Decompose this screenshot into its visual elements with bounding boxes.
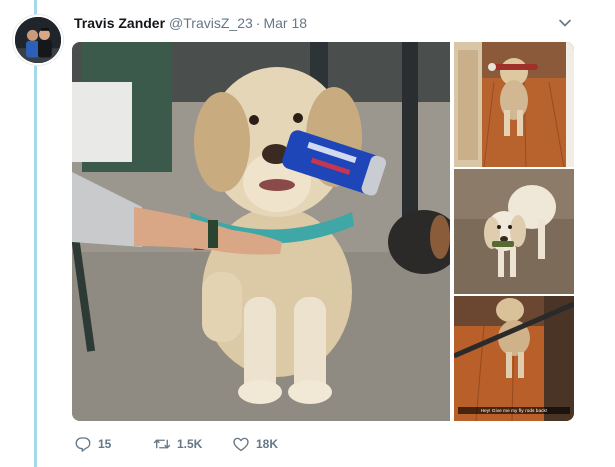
tweet-date[interactable]: Mar 18 — [263, 15, 307, 31]
like-button[interactable]: 18K — [232, 435, 278, 453]
tweet-actions: 15 1.5K 18K — [74, 432, 278, 456]
author-name[interactable]: Travis Zander — [74, 15, 165, 31]
chevron-down-icon — [559, 19, 571, 27]
avatar-image — [15, 17, 61, 63]
retweet-icon — [153, 439, 171, 449]
dog-in-kitchen-image — [454, 42, 574, 167]
retweet-button[interactable]: 1.5K — [153, 435, 232, 453]
tweet-menu-button[interactable] — [556, 14, 574, 32]
photo-dog-in-kitchen[interactable] — [454, 42, 574, 167]
avatar[interactable] — [13, 15, 63, 65]
tweet-header: Travis Zander @TravisZ_23 · Mar 18 — [74, 13, 307, 33]
heart-icon — [233, 437, 249, 452]
dog-with-toy-image — [454, 169, 574, 294]
author-handle[interactable]: @TravisZ_23 — [169, 15, 253, 31]
reply-count: 15 — [98, 437, 112, 451]
retweet-count: 1.5K — [177, 437, 203, 451]
separator-dot: · — [255, 15, 261, 31]
photo-dog-with-fly-rods[interactable]: Hey! Give me my fly rods back! — [454, 296, 574, 421]
reply-icon — [75, 437, 91, 452]
media-grid: Hey! Give me my fly rods back! — [72, 42, 574, 421]
thread-line — [34, 0, 37, 467]
dog-with-fly-rods-image — [454, 296, 574, 421]
reply-button[interactable]: 15 — [74, 435, 153, 453]
like-count: 18K — [256, 437, 279, 451]
dog-with-can-image — [72, 42, 450, 421]
photo-dog-with-toy[interactable] — [454, 169, 574, 294]
photo-caption: Hey! Give me my fly rods back! — [458, 407, 570, 414]
photo-dog-with-can[interactable] — [72, 42, 450, 421]
